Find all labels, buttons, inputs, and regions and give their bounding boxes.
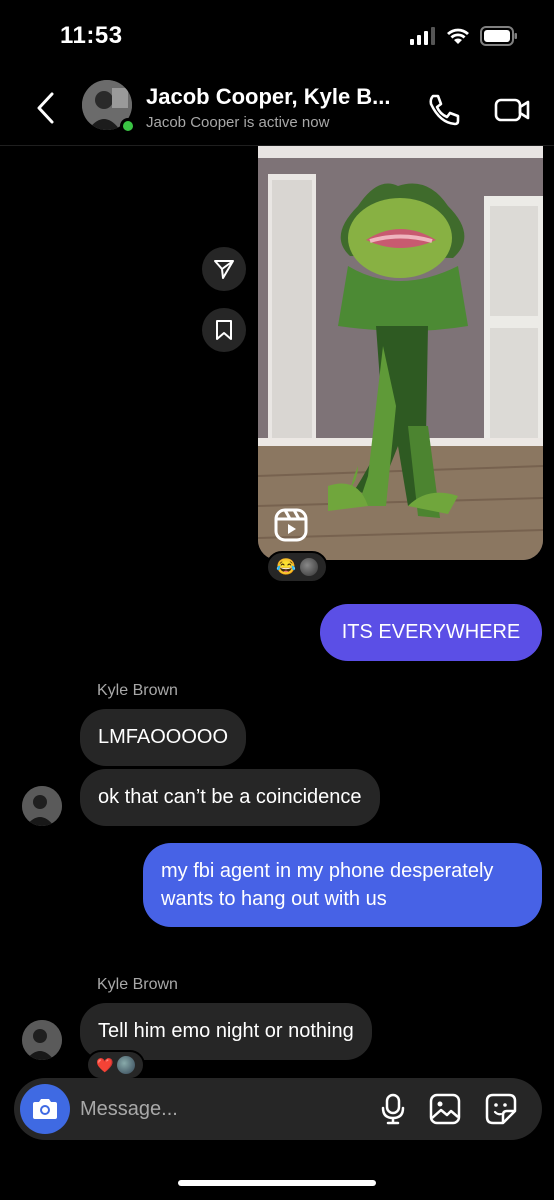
back-button[interactable] — [28, 88, 62, 128]
status-time: 11:53 — [60, 22, 123, 49]
message-composer — [14, 1078, 542, 1140]
video-camera-icon — [494, 98, 530, 122]
shared-reel[interactable] — [258, 146, 543, 560]
sender-avatar[interactable] — [22, 786, 62, 826]
reel-thumbnail — [258, 146, 543, 560]
home-indicator[interactable] — [178, 1180, 376, 1186]
status-icons — [410, 26, 518, 46]
audio-call-button[interactable] — [424, 90, 464, 130]
reaction-emoji: ❤️ — [96, 1056, 114, 1073]
camera-icon — [33, 1099, 57, 1119]
status-bar: 11:53 — [0, 0, 554, 70]
reels-icon — [274, 508, 308, 547]
message-reactions[interactable]: ❤️ — [86, 1050, 146, 1080]
voice-message-button[interactable] — [376, 1092, 410, 1126]
sticker-icon — [485, 1093, 517, 1125]
sender-avatar[interactable] — [22, 1020, 62, 1060]
gallery-button[interactable] — [428, 1092, 462, 1126]
reactor-avatar — [299, 558, 318, 576]
reel-reactions[interactable]: 😂 — [266, 551, 328, 583]
incoming-message[interactable]: ok that can’t be a coincidence — [80, 769, 380, 826]
conversation-title[interactable]: Jacob Cooper, Kyle B... — [146, 84, 391, 110]
outgoing-message[interactable]: ITS EVERYWHERE — [320, 604, 542, 661]
save-reel-button[interactable] — [202, 308, 246, 352]
conversation-header: Jacob Cooper, Kyle B... Jacob Cooper is … — [0, 70, 554, 146]
sender-name: Kyle Brown — [97, 682, 178, 699]
bookmark-icon — [216, 320, 232, 340]
back-chevron-icon — [37, 92, 54, 124]
reactor-avatar — [117, 1056, 136, 1074]
group-avatar[interactable] — [82, 80, 136, 134]
battery-icon — [480, 26, 517, 46]
wifi-icon — [447, 28, 469, 44]
send-icon — [214, 260, 234, 279]
sender-name: Kyle Brown — [97, 976, 178, 993]
message-input[interactable] — [80, 1092, 360, 1126]
camera-button[interactable] — [20, 1084, 70, 1134]
incoming-message[interactable]: LMFAOOOOO — [80, 709, 247, 766]
outgoing-message[interactable]: my fbi agent in my phone desperately wan… — [143, 843, 542, 927]
signal-icon — [410, 27, 435, 45]
active-status-dot — [120, 118, 136, 134]
gallery-icon — [429, 1093, 461, 1125]
sticker-button[interactable] — [484, 1092, 518, 1126]
active-status-text: Jacob Cooper is active now — [146, 114, 330, 131]
reaction-emoji: 😂 — [276, 559, 296, 576]
microphone-icon — [381, 1093, 405, 1125]
video-call-button[interactable] — [492, 90, 532, 130]
share-reel-button[interactable] — [202, 247, 246, 291]
phone-icon — [429, 94, 460, 126]
